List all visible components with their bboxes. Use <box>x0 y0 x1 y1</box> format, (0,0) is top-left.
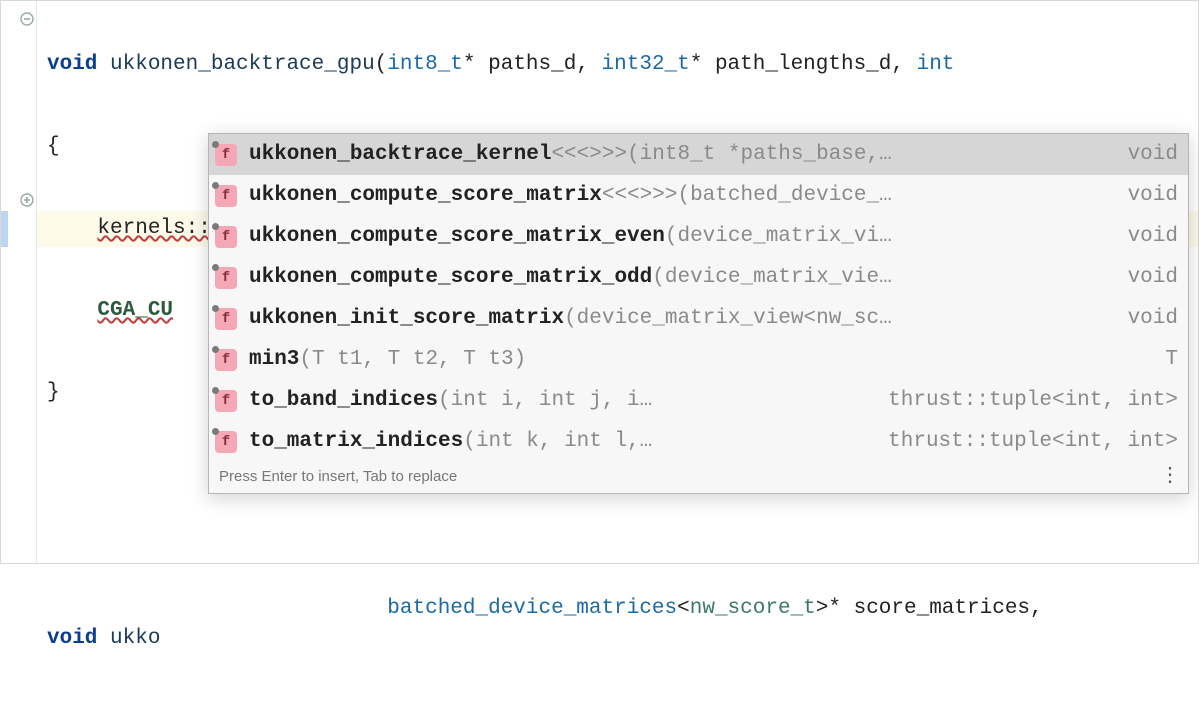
keyword: void <box>47 53 97 76</box>
function-icon: f <box>215 431 237 453</box>
autocomplete-item[interactable]: f ukkonen_backtrace_kernel<<<>>>(int8_t … <box>209 134 1188 175</box>
code-editor[interactable]: void ukkonen_backtrace_gpu(int8_t* paths… <box>0 0 1199 564</box>
function-icon: f <box>215 349 237 371</box>
completion-name: ukkonen_compute_score_matrix_odd <box>249 266 652 289</box>
completion-params: (device_matrix_view<nw_sc… <box>564 307 892 330</box>
completion-name: to_band_indices <box>249 389 438 412</box>
fold-collapse-icon[interactable] <box>18 10 36 28</box>
gutter <box>1 1 37 563</box>
function-icon: f <box>215 144 237 166</box>
completion-params: (int k, int l,… <box>463 430 652 453</box>
function-name: ukko <box>97 627 160 650</box>
completion-return-type: void <box>1118 184 1178 207</box>
completion-return-type: thrust::tuple<int, int> <box>878 430 1178 453</box>
fold-expand-icon[interactable] <box>18 191 36 209</box>
completion-name: to_matrix_indices <box>249 430 463 453</box>
error-text: CGA_CU <box>97 299 173 322</box>
function-icon: f <box>215 226 237 248</box>
completion-params: (T t1, T t2, T t3) <box>299 348 526 371</box>
autocomplete-item[interactable]: f min3(T t1, T t2, T t3) T <box>209 339 1188 380</box>
autocomplete-item[interactable]: f to_matrix_indices(int k, int l,… thrus… <box>209 421 1188 462</box>
completion-return-type: T <box>1155 348 1178 371</box>
autocomplete-hint: Press Enter to insert, Tab to replace ⋮ <box>209 462 1188 493</box>
function-icon: f <box>215 390 237 412</box>
type-name: int8_t <box>387 53 463 76</box>
type-name: int32_t <box>602 53 690 76</box>
function-name: ukkonen_backtrace_gpu <box>97 53 374 76</box>
autocomplete-item[interactable]: f to_band_indices(int i, int j, i… thrus… <box>209 380 1188 421</box>
autocomplete-item[interactable]: f ukkonen_compute_score_matrix_odd(devic… <box>209 257 1188 298</box>
completion-return-type: void <box>1118 225 1178 248</box>
autocomplete-item[interactable]: f ukkonen_compute_score_matrix<<<>>>(bat… <box>209 175 1188 216</box>
completion-name: ukkonen_init_score_matrix <box>249 307 564 330</box>
autocomplete-popup[interactable]: f ukkonen_backtrace_kernel<<<>>>(int8_t … <box>208 133 1189 494</box>
completion-params: <<<>>>(batched_device_… <box>602 184 892 207</box>
completion-name: ukkonen_backtrace_kernel <box>249 143 551 166</box>
code-line[interactable]: void ukkonen_backtrace_gpu(int8_t* paths… <box>37 47 1198 83</box>
completion-params: (int i, int j, i… <box>438 389 652 412</box>
code-line[interactable]: batched_device_matrices<nw_score_t>* sco… <box>37 509 1198 569</box>
completion-name: min3 <box>249 348 299 371</box>
completion-params: <<<>>>(int8_t *paths_base,… <box>551 143 891 166</box>
completion-name: ukkonen_compute_score_matrix <box>249 184 602 207</box>
completion-return-type: void <box>1118 307 1178 330</box>
completion-params: (device_matrix_vi… <box>665 225 892 248</box>
function-icon: f <box>215 185 237 207</box>
more-icon[interactable]: ⋮ <box>1160 462 1178 487</box>
function-icon: f <box>215 267 237 289</box>
completion-return-type: void <box>1118 266 1178 289</box>
completion-name: ukkonen_compute_score_matrix_even <box>249 225 665 248</box>
error-text: kernels:: <box>97 217 210 240</box>
completion-return-type: thrust::tuple<int, int> <box>878 389 1178 412</box>
type-name: batched_device_matrices <box>387 597 677 620</box>
function-icon: f <box>215 308 237 330</box>
completion-params: (device_matrix_vie… <box>652 266 891 289</box>
type-name: int <box>917 53 955 76</box>
template-arg: nw_score_t <box>690 597 816 620</box>
completion-return-type: void <box>1118 143 1178 166</box>
autocomplete-item[interactable]: f ukkonen_init_score_matrix(device_matri… <box>209 298 1188 339</box>
autocomplete-item[interactable]: f ukkonen_compute_score_matrix_even(devi… <box>209 216 1188 257</box>
